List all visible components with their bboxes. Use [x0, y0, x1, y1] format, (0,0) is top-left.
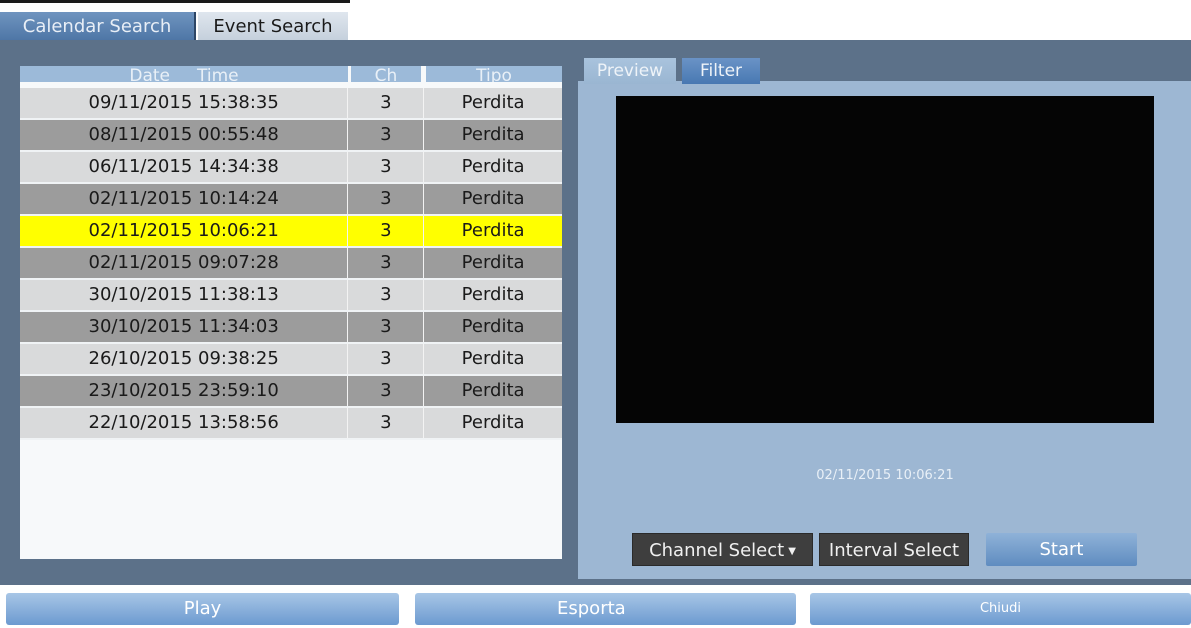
cell-channel: 3 [347, 344, 423, 374]
table-row[interactable]: 06/11/2015 14:34:38 3 Perdita [20, 152, 562, 184]
table-header: Date Time Ch Tipo [20, 66, 562, 82]
chevron-down-icon: ▼ [788, 545, 796, 557]
cell-type: Perdita [423, 152, 562, 182]
table-row[interactable]: 02/11/2015 09:07:28 3 Perdita [20, 248, 562, 280]
cell-datetime: 26/10/2015 09:38:25 [88, 348, 279, 369]
cell-datetime: 22/10/2015 13:58:56 [88, 412, 279, 433]
cell-datetime: 06/11/2015 14:34:38 [88, 156, 279, 177]
cell-datetime: 02/11/2015 10:06:21 [88, 220, 279, 241]
tab-event-search[interactable]: Event Search [198, 12, 348, 40]
cell-datetime: 02/11/2015 09:07:28 [88, 252, 279, 273]
cell-type: Perdita [423, 312, 562, 342]
cell-datetime: 23/10/2015 23:59:10 [88, 380, 279, 401]
video-preview [616, 96, 1154, 423]
cell-datetime: 08/11/2015 00:55:48 [88, 124, 279, 145]
top-tab-bar: Calendar Search Event Search [0, 0, 1191, 40]
table-row[interactable]: 02/11/2015 10:14:24 3 Perdita [20, 184, 562, 216]
header-date: Date [129, 66, 170, 82]
table-row[interactable]: 23/10/2015 23:59:10 3 Perdita [20, 376, 562, 408]
header-type[interactable]: Tipo [426, 66, 562, 82]
cell-type: Perdita [423, 280, 562, 310]
table-row[interactable]: 09/11/2015 15:38:35 3 Perdita [20, 88, 562, 120]
cell-type: Perdita [423, 248, 562, 278]
cell-channel: 3 [347, 184, 423, 214]
table-row[interactable]: 08/11/2015 00:55:48 3 Perdita [20, 120, 562, 152]
header-channel[interactable]: Ch [351, 66, 421, 82]
cell-type: Perdita [423, 120, 562, 150]
table-row[interactable]: 22/10/2015 13:58:56 3 Perdita [20, 408, 562, 440]
export-button[interactable]: Esporta [415, 593, 796, 625]
cell-datetime: 30/10/2015 11:34:03 [88, 316, 279, 337]
tab-preview[interactable]: Preview [584, 58, 676, 84]
preview-timestamp: 02/11/2015 10:06:21 [816, 468, 954, 483]
table-row[interactable]: 26/10/2015 09:38:25 3 Perdita [20, 344, 562, 376]
tab-filter[interactable]: Filter [682, 58, 760, 84]
cell-datetime: 02/11/2015 10:14:24 [88, 188, 279, 209]
table-body: 09/11/2015 15:38:35 3 Perdita 08/11/2015 00… [20, 88, 562, 440]
cell-type: Perdita [423, 408, 562, 438]
header-date-time[interactable]: Date Time [20, 66, 348, 82]
cell-type: Perdita [423, 344, 562, 374]
channel-select-label: Channel Select [649, 540, 785, 561]
cell-channel: 3 [347, 88, 423, 118]
cell-type: Perdita [423, 216, 562, 246]
header-time: Time [197, 66, 239, 82]
cell-type: Perdita [423, 184, 562, 214]
cell-type: Perdita [423, 88, 562, 118]
cell-channel: 3 [347, 248, 423, 278]
cell-datetime: 09/11/2015 15:38:35 [88, 92, 279, 113]
cell-channel: 3 [347, 312, 423, 342]
table-row[interactable]: 30/10/2015 11:34:03 3 Perdita [20, 312, 562, 344]
play-button[interactable]: Play [6, 593, 399, 625]
close-button[interactable]: Chiudi [810, 593, 1191, 625]
table-row[interactable]: 30/10/2015 11:38:13 3 Perdita [20, 280, 562, 312]
cell-channel: 3 [347, 376, 423, 406]
cell-channel: 3 [347, 120, 423, 150]
event-table: Date Time Ch Tipo 09/11/2015 15:38:35 3 Pe… [20, 66, 562, 559]
cell-type: Perdita [423, 376, 562, 406]
cell-channel: 3 [347, 152, 423, 182]
cell-channel: 3 [347, 216, 423, 246]
channel-select-dropdown[interactable]: Channel Select ▼ [632, 533, 813, 566]
top-tab-bar-divider [0, 0, 350, 3]
cell-channel: 3 [347, 280, 423, 310]
cell-channel: 3 [347, 408, 423, 438]
interval-select-button[interactable]: Interval Select [819, 533, 969, 566]
tab-calendar-search[interactable]: Calendar Search [0, 12, 196, 40]
start-button[interactable]: Start [986, 533, 1137, 566]
table-row[interactable]: 02/11/2015 10:06:21 3 Perdita [20, 216, 562, 248]
cell-datetime: 30/10/2015 11:38:13 [88, 284, 279, 305]
